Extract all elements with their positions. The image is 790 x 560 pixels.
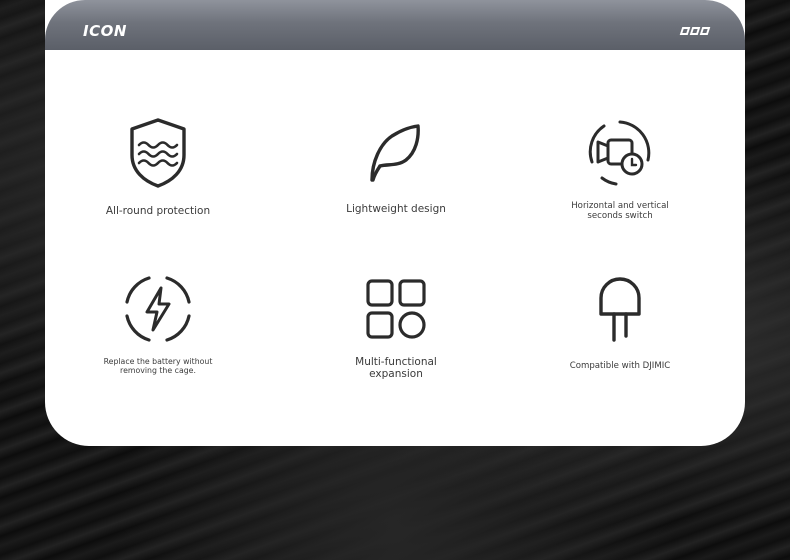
feature-label: Compatible with DJIMIC <box>569 361 671 371</box>
feature-label-line: removing the cage. <box>120 365 196 375</box>
camera-rotate-icon <box>588 120 651 186</box>
card-header: ICON <box>45 0 745 50</box>
feature-label-line: Multi-functional <box>355 356 437 368</box>
feature-label-line: seconds switch <box>587 210 653 221</box>
feature-compatible-djimic: Compatible with DJIMIC <box>530 276 710 372</box>
lightning-icon <box>125 276 191 342</box>
feature-all-round-protection: All-round protection <box>68 117 248 217</box>
feature-multi-functional-expansion: Multi-functional expansion <box>306 278 486 380</box>
feather-icon <box>370 124 420 182</box>
grid-expansion-icon <box>366 279 426 339</box>
microphone-icon <box>599 277 641 342</box>
feature-label: All-round protection <box>105 205 211 217</box>
feature-label: Horizontal and vertical seconds switch <box>530 201 710 222</box>
feature-label: Replace the battery without removing the… <box>68 357 248 376</box>
feature-label: Lightweight design <box>346 203 446 215</box>
brand-logo-icon <box>679 27 711 35</box>
feature-replace-battery: Replace the battery without removing the… <box>68 274 248 376</box>
feature-horizontal-vertical-switch: Horizontal and vertical seconds switch <box>530 118 710 222</box>
feature-label: Multi-functional expansion <box>306 356 486 380</box>
shield-waves-icon <box>130 118 186 188</box>
header-title: ICON <box>83 22 127 40</box>
feature-label-line: expansion <box>369 368 423 381</box>
feature-lightweight-design: Lightweight design <box>306 122 486 215</box>
